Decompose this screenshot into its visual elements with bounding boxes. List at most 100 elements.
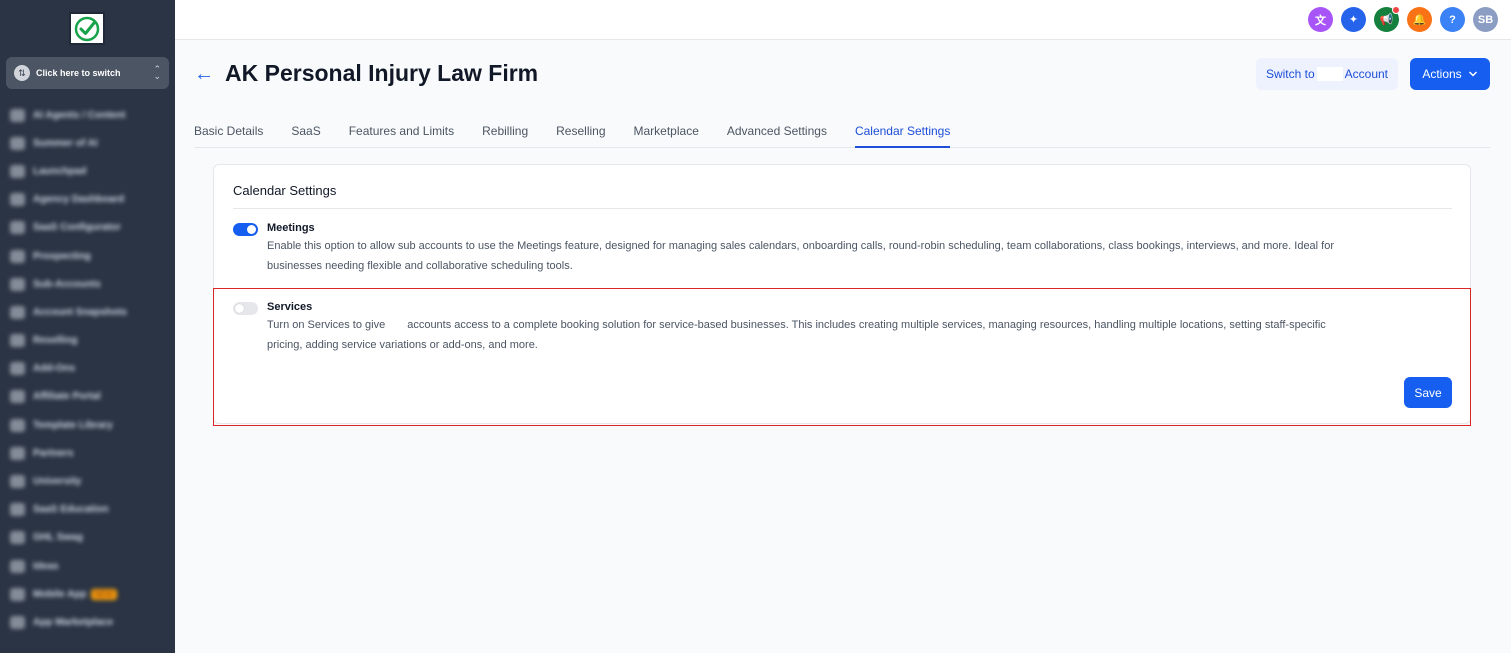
help-icon-glyph: ?: [1449, 13, 1456, 26]
megaphone-icon[interactable]: 📢: [1374, 6, 1400, 32]
sidebar-item[interactable]: Launchpad: [0, 157, 175, 185]
sidebar-item[interactable]: Ideas: [0, 552, 175, 580]
sidebar-item-label: University: [33, 476, 82, 488]
sidebar-item[interactable]: Reselling: [0, 327, 175, 355]
sidebar-item-label: App Marketplace: [33, 616, 114, 628]
sidebar-item[interactable]: Agency Dashboard: [0, 186, 175, 214]
tab-basic-details[interactable]: Basic Details: [194, 116, 263, 148]
meetings-label: Meetings: [267, 222, 315, 234]
tab-marketplace[interactable]: Marketplace: [634, 116, 699, 148]
account-switcher-label: Click here to switch: [36, 68, 121, 78]
tab-reselling[interactable]: Reselling: [556, 116, 605, 148]
switch-to-account-button[interactable]: Switch to Account: [1256, 58, 1398, 90]
sidebar-item-icon: [10, 193, 25, 207]
toggle-knob: [247, 225, 256, 234]
meetings-desc-line-1: Enable this option to allow sub accounts…: [267, 240, 1335, 252]
sidebar-item[interactable]: Summer of AI: [0, 129, 175, 157]
sidebar-item-icon: [10, 475, 25, 489]
sidebar-item-icon: [10, 164, 25, 178]
card-title: Calendar Settings: [233, 183, 337, 198]
bell-icon-glyph: 🔔: [1412, 14, 1427, 26]
sidebar-item-label: GHL Swag: [33, 532, 83, 544]
tab-features-and-limits[interactable]: Features and Limits: [349, 116, 454, 148]
megaphone-icon-glyph: 📢: [1379, 14, 1394, 26]
help-icon[interactable]: ?: [1440, 7, 1465, 32]
actions-button[interactable]: Actions: [1410, 58, 1490, 90]
divider: [233, 208, 1452, 209]
sidebar: ⇅ Click here to switch ⌃ ⌄ AI Agents / Co…: [0, 0, 175, 653]
actions-label: Actions: [1422, 67, 1462, 81]
tab-rebilling[interactable]: Rebilling: [482, 116, 528, 148]
sidebar-item-label: Affiliate Portal: [33, 391, 101, 403]
tab-saas[interactable]: SaaS: [291, 116, 320, 148]
tab-advanced-settings[interactable]: Advanced Settings: [727, 116, 827, 148]
sidebar-item[interactable]: App Marketplace: [0, 608, 175, 636]
sidebar-item[interactable]: University: [0, 467, 175, 495]
sidebar-item[interactable]: Template Library: [0, 411, 175, 439]
page-title: AK Personal Injury Law Firm: [225, 60, 539, 86]
account-switcher[interactable]: ⇅ Click here to switch ⌃ ⌄: [6, 57, 169, 89]
sidebar-item-label: Account Snapshots: [33, 306, 127, 318]
save-button[interactable]: Save: [1404, 377, 1452, 408]
tab-calendar-settings[interactable]: Calendar Settings: [854, 116, 951, 148]
sidebar-item-label: Launchpad: [33, 165, 87, 177]
sidebar-item-icon: [10, 362, 25, 376]
meetings-desc-line-2: businesses needing flexible and collabor…: [267, 259, 573, 272]
new-badge: NEW: [90, 588, 118, 600]
app-logo[interactable]: [69, 12, 105, 45]
sidebar-item-label: Mobile App: [33, 588, 87, 600]
sidebar-item-label: SaaS Education: [33, 504, 109, 516]
sidebar-item-icon: [10, 305, 25, 319]
sidebar-item-label: Sub-Accounts: [33, 278, 101, 290]
sidebar-item[interactable]: Prospecting: [0, 242, 175, 270]
sidebar-item-label: AI Agents / Content: [33, 109, 126, 121]
sidebar-item-icon: [10, 249, 25, 263]
sidebar-item-icon: [10, 503, 25, 517]
topbar: 文 ✦ 📢 🔔? SB: [175, 0, 1511, 40]
meetings-toggle[interactable]: [233, 223, 258, 236]
sidebar-item-icon: [10, 136, 25, 150]
ai-sparkle-icon[interactable]: ✦: [1341, 7, 1366, 32]
sidebar-item-icon: [10, 334, 25, 348]
redacted-name: [1316, 67, 1343, 81]
switch-to-label: Switch to: [1265, 67, 1315, 81]
sidebar-item-label: Template Library: [33, 419, 113, 431]
sidebar-item[interactable]: Partners: [0, 439, 175, 467]
sidebar-item[interactable]: Sub-Accounts: [0, 270, 175, 298]
sidebar-item[interactable]: Mobile App NEW: [0, 580, 175, 608]
sidebar-item-label: Reselling: [33, 335, 78, 347]
sidebar-item[interactable]: Affiliate Portal: [0, 383, 175, 411]
sidebar-item-label: Partners: [33, 447, 74, 459]
avatar[interactable]: SB: [1473, 7, 1498, 32]
translate-icon-glyph: 文: [1315, 14, 1326, 27]
chevron-down-icon: [1468, 71, 1477, 77]
sidebar-item-label: Summer of AI: [33, 137, 98, 149]
translate-icon[interactable]: 文: [1308, 7, 1333, 32]
meetings-description: Enable this option to allow sub accounts…: [267, 237, 1417, 276]
sidebar-item[interactable]: GHL Swag: [0, 524, 175, 552]
sidebar-item-icon: [10, 587, 25, 601]
switch-location-icon: ⇅: [14, 65, 30, 81]
topbar-icons: 文 ✦ 📢 🔔? SB: [1308, 6, 1498, 32]
checkmark-logo-icon: [74, 16, 100, 41]
sidebar-item[interactable]: SaaS Configurator: [0, 214, 175, 242]
sidebar-item-label: Add-Ons: [33, 363, 76, 375]
sidebar-item-icon: [10, 108, 25, 122]
sidebar-item-icon: [10, 418, 25, 432]
switch-account-label: Account: [1344, 67, 1389, 81]
sidebar-item[interactable]: SaaS Education: [0, 496, 175, 524]
sidebar-item[interactable]: Account Snapshots: [0, 298, 175, 326]
notification-dot: [1392, 6, 1400, 14]
sidebar-item-icon: [10, 390, 25, 404]
settings-tabs: Basic Details SaaS Features and Limits Rebi…: [194, 116, 1490, 148]
sidebar-item-icon: [10, 531, 25, 545]
sidebar-item-label: Prospecting: [33, 250, 91, 262]
bell-icon[interactable]: 🔔: [1407, 7, 1432, 32]
sidebar-item[interactable]: AI Agents / Content: [0, 101, 175, 129]
sidebar-item[interactable]: Add-Ons: [0, 355, 175, 383]
sidebar-item-icon: [10, 221, 25, 235]
sidebar-nav: AI Agents / Content Summer of AI Launchpad…: [0, 101, 175, 637]
sidebar-item-icon: [10, 615, 25, 629]
sidebar-item-label: Agency Dashboard: [33, 194, 125, 206]
back-arrow-icon[interactable]: ←: [194, 63, 214, 85]
